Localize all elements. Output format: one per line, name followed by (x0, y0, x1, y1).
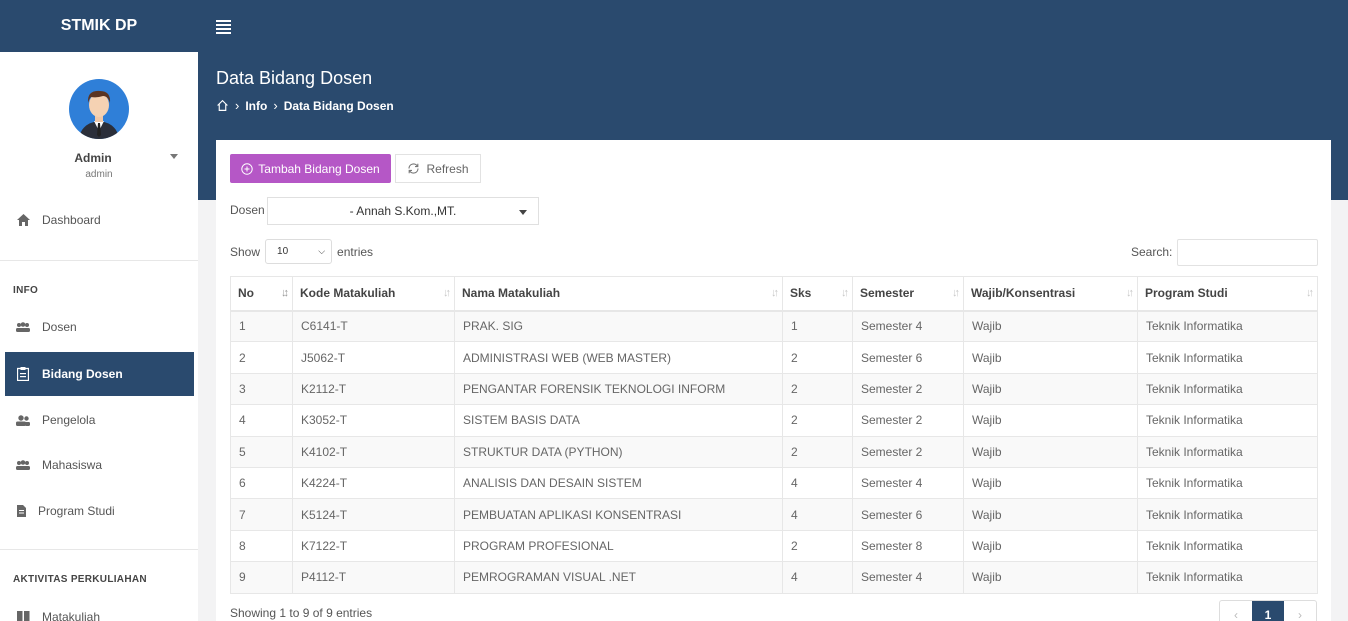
chevron-right-icon: › (273, 98, 278, 113)
sidebar-item-label: Program Studi (38, 504, 115, 518)
table-row[interactable]: 4 K3052-T SISTEM BASIS DATA 2 Semester 2 Waji… (230, 404, 1318, 437)
column-header-kode[interactable]: Kode Matakuliah ↓↑ (292, 276, 455, 312)
sidebar-item-label: Dashboard (42, 213, 101, 227)
dosen-selected-value: - Annah S.Kom.,MT. (349, 204, 457, 218)
chevron-down-icon: ⌵ (318, 246, 326, 256)
breadcrumb-info[interactable]: Info (245, 99, 267, 113)
sidebar-item-dashboard[interactable]: Dashboard (5, 198, 194, 242)
home-icon (16, 214, 30, 226)
topbar (198, 0, 1348, 52)
brand-logo[interactable]: STMIK DP (0, 0, 198, 52)
table-row[interactable]: 1 C6141-T PRAK. SIG 1 Semester 4 Wajib Teknik … (230, 309, 1318, 343)
sort-icon: ↓↑ (1126, 287, 1134, 299)
table-row[interactable]: 8 K7122-T PROGRAM PROFESIONAL 2 Semester 8 Wa… (230, 529, 1318, 563)
breadcrumb: › Info › Data Bidang Dosen (216, 98, 394, 113)
user-menu-caret-icon[interactable] (170, 154, 178, 159)
table-row[interactable]: 5 K4102-T STRUKTUR DATA (PYTHON) 2 Semester … (230, 435, 1318, 468)
pagination-prev[interactable]: ‹ (1220, 601, 1252, 621)
page-title: Data Bidang Dosen (216, 68, 373, 88)
data-table: No ↓↕ Kode Matakuliah ↓↑ Nama Matakuliah ↓↑… (230, 276, 1318, 594)
sidebar-item-program-studi[interactable]: Program Studi (5, 489, 194, 533)
add-bidang-dosen-button[interactable]: Tambah Bidang Dosen (230, 154, 391, 183)
chevron-right-icon: › (235, 98, 240, 113)
entries-label: entries (337, 244, 374, 259)
table-info: Showing 1 to 9 of 9 entries (230, 606, 373, 620)
home-icon[interactable] (216, 99, 229, 112)
search-label: Search: (1131, 245, 1173, 259)
table-row[interactable]: 9 P4112-T PEMROGRAMAN VISUAL .NET 4 Semester… (230, 561, 1318, 594)
table-row[interactable]: 2 J5062-T ADMINISTRASI WEB (WEB MASTER) 2 Se… (230, 341, 1318, 374)
table-row[interactable]: 3 K2112-T PENGANTAR FORENSIK TEKNOLOGI INF… (230, 372, 1318, 406)
sidebar-item-mahasiswa[interactable]: Mahasiswa (5, 443, 194, 487)
divider (0, 549, 198, 550)
sidebar-item-matakuliah[interactable]: Matakuliah (5, 595, 194, 621)
content-card: Tambah Bidang Dosen Refresh Dosen - Anna… (216, 140, 1331, 621)
column-header-program-studi[interactable]: Program Studi ↓↑ (1137, 276, 1318, 312)
table-row[interactable]: 7 K5124-T PEMBUATAN APLIKASI KONSENTRASI 4 S… (230, 498, 1318, 531)
section-heading-aktivitas: AKTIVITAS PERKULIAHAN (13, 574, 147, 585)
sort-icon: ↓↑ (443, 287, 451, 299)
document-icon (16, 505, 26, 517)
refresh-icon (408, 163, 420, 174)
pagination-next[interactable]: › (1284, 601, 1316, 621)
pagination-page-1[interactable]: 1 (1252, 601, 1284, 621)
sidebar-item-label: Bidang Dosen (42, 367, 123, 381)
search-input[interactable] (1177, 239, 1318, 266)
caret-down-icon (519, 210, 527, 215)
dosen-label: Dosen (230, 203, 265, 217)
table-header-row: No ↓↕ Kode Matakuliah ↓↑ Nama Matakuliah ↓↑… (230, 276, 1318, 312)
section-heading-info: INFO (13, 285, 39, 296)
table-row[interactable]: 6 K4224-T ANALISIS DAN DESAIN SISTEM 4 Semes… (230, 466, 1318, 500)
sort-icon: ↓↑ (1306, 287, 1314, 299)
refresh-button[interactable]: Refresh (395, 154, 481, 183)
column-header-no[interactable]: No ↓↕ (230, 276, 293, 312)
sidebar-item-label: Dosen (42, 320, 77, 334)
column-header-semester[interactable]: Semester ↓↑ (852, 276, 964, 312)
sort-icon: ↓↕ (281, 287, 289, 299)
dosen-select[interactable]: - Annah S.Kom.,MT. (267, 197, 539, 225)
column-header-sks[interactable]: Sks ↓↑ (782, 276, 853, 312)
users-icon (16, 459, 30, 471)
column-header-nama[interactable]: Nama Matakuliah ↓↑ (454, 276, 783, 312)
sort-icon: ↓↑ (952, 287, 960, 299)
breadcrumb-current: Data Bidang Dosen (283, 98, 394, 113)
sidebar-item-pengelola[interactable]: Pengelola (5, 398, 194, 442)
page-length-control: Show 10 ⌵ entries (230, 239, 373, 264)
user-group-icon (16, 414, 30, 426)
avatar[interactable] (69, 79, 129, 139)
show-label: Show (230, 244, 261, 259)
sidebar-item-dosen[interactable]: Dosen (5, 305, 194, 349)
sidebar-item-label: Pengelola (42, 413, 96, 427)
menu-toggle-icon[interactable] (216, 20, 231, 34)
sidebar-item-label: Matakuliah (42, 610, 101, 621)
sidebar-item-label: Mahasiswa (42, 458, 103, 472)
book-icon (16, 611, 30, 621)
user-role: admin (85, 169, 113, 180)
column-header-wajib[interactable]: Wajib/Konsentrasi ↓↑ (963, 276, 1138, 312)
sidebar-item-bidang-dosen[interactable]: Bidang Dosen (5, 352, 194, 396)
clipboard-icon (16, 367, 30, 381)
pagination: ‹ 1 › (1219, 600, 1317, 621)
plus-circle-icon (241, 162, 253, 175)
user-name[interactable]: Admin (0, 151, 186, 165)
users-icon (16, 321, 30, 333)
divider (0, 260, 198, 261)
sort-icon: ↓↑ (841, 287, 849, 299)
sort-icon: ↓↑ (771, 287, 779, 299)
page-length-select[interactable]: 10 ⌵ (265, 239, 333, 264)
sidebar: Admin admin Dashboard INFO Dosen Bidang … (0, 52, 198, 621)
